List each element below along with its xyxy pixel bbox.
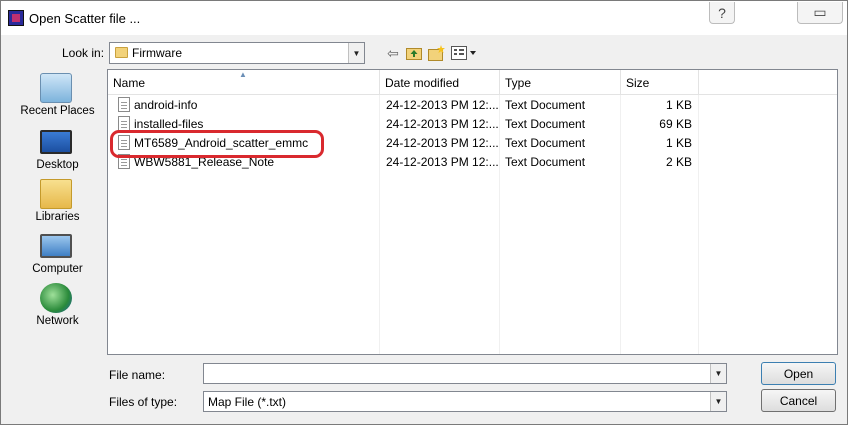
open-scatter-dialog: Open Scatter file ... ? ▭ Look in: Firmw… (0, 0, 848, 425)
file-list[interactable]: Name ▲ Date modified Type Size android-i… (107, 69, 838, 355)
chevron-down-icon[interactable]: ▼ (348, 43, 364, 63)
file-size: 1 KB (665, 136, 692, 150)
open-button[interactable]: Open (761, 362, 836, 385)
app-icon (8, 10, 24, 26)
highlight-annotation (110, 130, 324, 158)
look-in-value: Firmware (132, 46, 182, 60)
file-name-field[interactable]: ▼ (203, 363, 727, 384)
folder-icon (115, 47, 128, 58)
recent-places-icon (40, 73, 72, 103)
place-label: Desktop (36, 159, 79, 171)
place-desktop[interactable]: Desktop (10, 127, 105, 177)
computer-icon (40, 234, 72, 258)
views-menu-icon[interactable] (451, 44, 477, 62)
column-header-type[interactable]: Type (500, 70, 621, 95)
place-label: Network (36, 315, 79, 327)
file-list-header: Name ▲ Date modified Type Size (108, 70, 837, 95)
file-date: 24-12-2013 PM 12:... (386, 117, 499, 131)
column-header-date[interactable]: Date modified (380, 70, 500, 95)
text-document-icon (118, 97, 130, 112)
places-bar: Recent Places Desktop Libraries Computer… (10, 69, 105, 354)
file-name: android-info (134, 98, 198, 112)
place-libraries[interactable]: Libraries (10, 179, 105, 229)
file-type-select[interactable]: Map File (*.txt) ▼ (203, 391, 727, 412)
new-folder-icon[interactable] (428, 44, 446, 62)
title-bar: Open Scatter file ... ? ▭ (1, 1, 847, 35)
file-type: Text Document (505, 117, 586, 131)
place-label: Computer (32, 263, 83, 275)
file-date: 24-12-2013 PM 12:... (386, 98, 499, 112)
file-type: Text Document (505, 136, 586, 150)
place-network[interactable]: Network (10, 283, 105, 333)
file-type-label: Files of type: (109, 395, 178, 409)
file-date: 24-12-2013 PM 12:... (386, 136, 499, 150)
look-in-label: Look in: (62, 46, 105, 60)
minimize-button[interactable]: ▭ (797, 2, 843, 24)
back-arrow-icon[interactable]: ⇦ (385, 44, 401, 62)
place-computer[interactable]: Computer (10, 231, 105, 281)
file-size: 1 KB (665, 98, 692, 112)
up-folder-icon[interactable] (405, 44, 423, 62)
file-type: Text Document (505, 98, 586, 112)
cancel-button[interactable]: Cancel (761, 389, 836, 412)
file-type-value: Map File (*.txt) (208, 395, 287, 409)
place-label: Recent Places (20, 105, 95, 117)
window-title: Open Scatter file ... (29, 11, 141, 26)
file-size: 2 KB (665, 155, 692, 169)
chevron-down-icon[interactable]: ▼ (710, 392, 726, 411)
network-icon (40, 283, 72, 313)
column-header-size[interactable]: Size (621, 70, 699, 95)
file-row[interactable]: android-info 24-12-2013 PM 12:... Text D… (108, 96, 837, 115)
help-button[interactable]: ? (709, 2, 735, 24)
file-name-label: File name: (109, 368, 166, 382)
place-recent-places[interactable]: Recent Places (10, 73, 105, 123)
place-label: Libraries (35, 211, 80, 223)
file-name: installed-files (134, 117, 204, 131)
file-size: 69 KB (659, 117, 692, 131)
file-type: Text Document (505, 155, 586, 169)
look-in-combo[interactable]: Firmware ▼ (109, 42, 365, 64)
sort-ascending-icon: ▲ (239, 70, 247, 79)
chevron-down-icon[interactable]: ▼ (710, 364, 726, 383)
text-document-icon (118, 116, 130, 131)
file-date: 24-12-2013 PM 12:... (386, 155, 499, 169)
libraries-icon (40, 179, 72, 209)
desktop-icon (40, 130, 72, 154)
